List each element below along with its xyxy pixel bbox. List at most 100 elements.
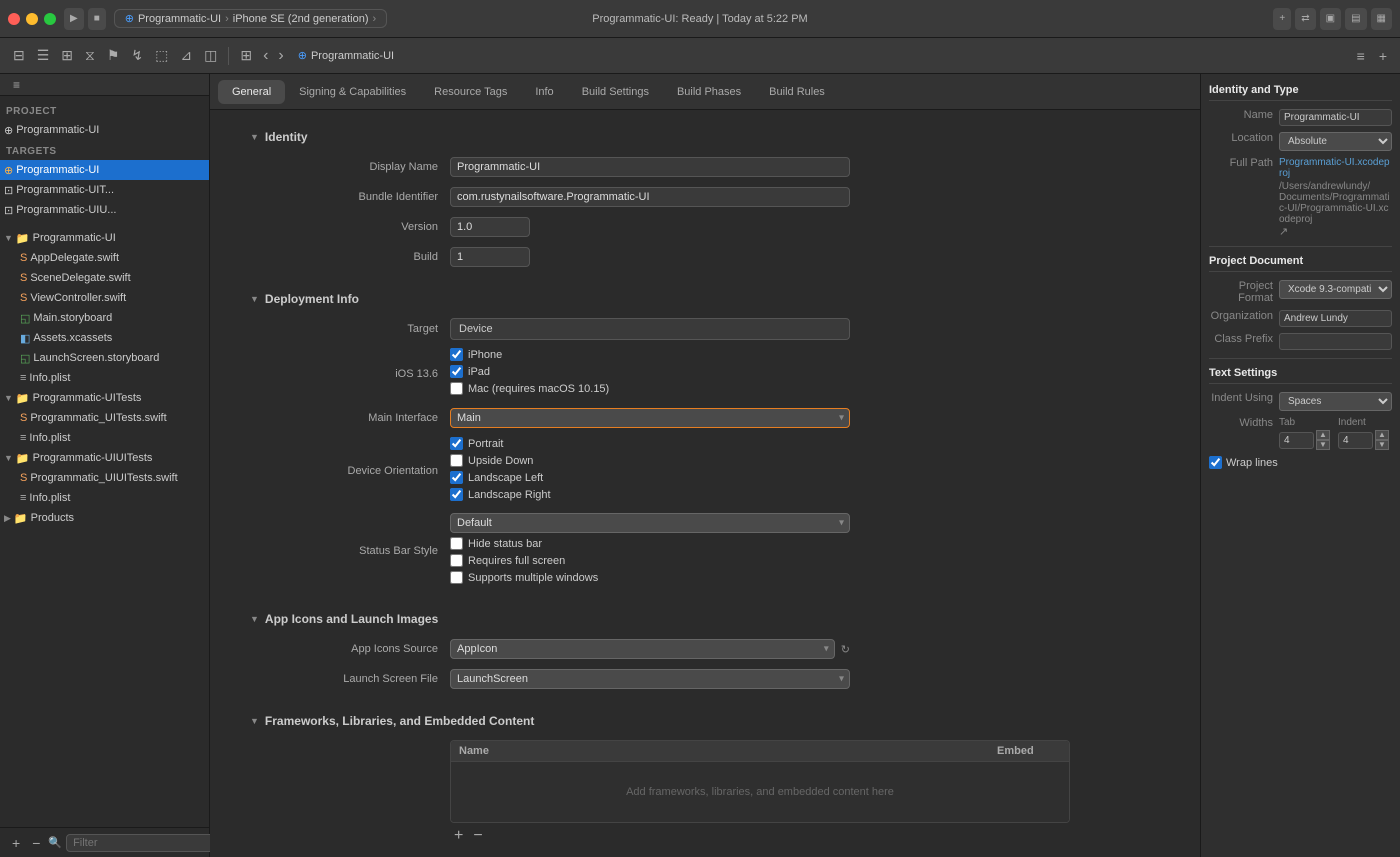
sidebar-header-btn[interactable]: ≡ — [8, 75, 25, 95]
target-row: Target Device — [250, 318, 1160, 340]
rp-indent-stepper-up[interactable]: ▲ — [1375, 430, 1389, 440]
app-icons-source-select[interactable]: AppIcon — [450, 639, 835, 659]
sidebar-file-uitests-swift[interactable]: S Programmatic_UITests.swift — [0, 408, 209, 428]
frameworks-triangle[interactable]: ▼ — [250, 716, 259, 726]
toolbar-btn-8[interactable]: ⊿ — [175, 44, 197, 67]
rp-tab-value-input[interactable] — [1279, 432, 1314, 449]
rp-fullpath-icon[interactable]: ↗ — [1279, 226, 1288, 238]
tab-resource-tags[interactable]: Resource Tags — [420, 80, 521, 104]
rp-tab-stepper-down[interactable]: ▼ — [1316, 440, 1330, 450]
minimize-button[interactable] — [26, 13, 38, 25]
toolbar-btn-9[interactable]: ◫ — [199, 44, 222, 67]
add-file-button[interactable]: + — [8, 835, 24, 851]
sidebar-file-scenedelegate[interactable]: S SceneDelegate.swift — [0, 268, 209, 288]
landscape-left-checkbox[interactable] — [450, 471, 463, 484]
hide-status-checkbox[interactable] — [450, 537, 463, 550]
rp-wrap-lines-checkbox[interactable] — [1209, 456, 1222, 469]
deployment-triangle[interactable]: ▼ — [250, 294, 259, 304]
build-input[interactable] — [450, 247, 530, 267]
ipad-checkbox[interactable] — [450, 365, 463, 378]
rp-indent-stepper-down[interactable]: ▼ — [1375, 440, 1389, 450]
display-name-input[interactable] — [450, 157, 850, 177]
device-orientation-label: Device Orientation — [250, 465, 450, 477]
tab-build-settings[interactable]: Build Settings — [568, 80, 663, 104]
layout-button-3[interactable]: ▦ — [1371, 8, 1392, 30]
remove-framework-button[interactable]: − — [469, 827, 486, 845]
add-button[interactable]: + — [1273, 8, 1291, 30]
sidebar-item-project[interactable]: ⊕ Programmatic-UI — [0, 120, 209, 140]
app-icons-refresh-icon[interactable]: ↻ — [841, 643, 850, 656]
filter-input[interactable] — [66, 834, 222, 852]
status-bar-select[interactable]: Default — [450, 513, 850, 533]
version-input[interactable] — [450, 217, 530, 237]
portrait-checkbox[interactable] — [450, 437, 463, 450]
close-button[interactable] — [8, 13, 20, 25]
landscape-right-checkbox[interactable] — [450, 488, 463, 501]
toolbar-btn-4[interactable]: ⧖ — [80, 44, 100, 67]
sidebar-group-main[interactable]: ▼ 📁 Programmatic-UI — [0, 228, 209, 248]
bundle-id-input[interactable] — [450, 187, 850, 207]
sidebar-group-products[interactable]: ▶ 📁 Products — [0, 508, 209, 528]
rp-indent-value-input[interactable] — [1338, 432, 1373, 449]
mac-checkbox[interactable] — [450, 382, 463, 395]
add-framework-button[interactable]: + — [450, 827, 467, 845]
sidebar-toggle-left[interactable]: ⊟ — [8, 44, 30, 67]
iphone-checkbox[interactable] — [450, 348, 463, 361]
tab-signing[interactable]: Signing & Capabilities — [285, 80, 420, 104]
rp-tab-stepper-up[interactable]: ▲ — [1316, 430, 1330, 440]
sidebar-file-uiuitests-swift[interactable]: S Programmatic_UIUITests.swift — [0, 468, 209, 488]
toolbar-btn-6[interactable]: ↯ — [126, 44, 148, 67]
sidebar-file-mainstoryboard[interactable]: ◱ Main.storyboard — [0, 308, 209, 328]
sidebar-item-target-0[interactable]: ⊕ Programmatic-UI — [0, 160, 209, 180]
stop-button[interactable]: ■ — [88, 8, 106, 30]
maximize-button[interactable] — [44, 13, 56, 25]
upsidedown-checkbox[interactable] — [450, 454, 463, 467]
launch-screen-select[interactable]: LaunchScreen — [450, 669, 850, 689]
sidebar-file-infoplist-3[interactable]: ≡ Info.plist — [0, 488, 209, 508]
view-toggle[interactable]: ⊞ — [235, 44, 257, 67]
sidebar-file-assets[interactable]: ◧ Assets.xcassets — [0, 328, 209, 348]
remove-file-button[interactable]: − — [28, 835, 44, 851]
toolbar-btn-7[interactable]: ⬚ — [150, 44, 173, 67]
layout-button-2[interactable]: ▤ — [1345, 8, 1366, 30]
tab-info[interactable]: Info — [521, 80, 567, 104]
sidebar-file-infoplist-2[interactable]: ≡ Info.plist — [0, 428, 209, 448]
supports-multiple-windows-checkbox[interactable] — [450, 571, 463, 584]
inspector-toggle[interactable]: ≡ — [1352, 45, 1370, 67]
tab-build-rules[interactable]: Build Rules — [755, 80, 839, 104]
toolbar-btn-2[interactable]: ☰ — [32, 44, 55, 67]
tab-general[interactable]: General — [218, 80, 285, 104]
rp-fullpath-link[interactable]: Programmatic-UI.xcodeproj — [1279, 157, 1392, 179]
main-interface-row: Main Interface Main — [250, 407, 1160, 429]
sidebar-item-target-1[interactable]: ⊡ Programmatic-UIT... — [0, 180, 209, 200]
sidebar-header: ≡ — [0, 74, 209, 96]
scheme-selector[interactable]: ⊕ Programmatic-UI › iPhone SE (2nd gener… — [114, 9, 387, 28]
sidebar-file-launchscreen[interactable]: ◱ LaunchScreen.storyboard — [0, 348, 209, 368]
rp-name-input[interactable] — [1279, 109, 1392, 126]
rp-project-format-select[interactable]: Xcode 9.3-compatible — [1279, 280, 1392, 299]
sidebar-file-appdelegate[interactable]: S AppDelegate.swift — [0, 248, 209, 268]
toolbar-btn-5[interactable]: ⚑ — [102, 44, 125, 67]
sidebar-file-infoplist-1[interactable]: ≡ Info.plist — [0, 368, 209, 388]
tab-build-phases[interactable]: Build Phases — [663, 80, 755, 104]
rp-class-prefix-input[interactable] — [1279, 333, 1392, 350]
identity-triangle[interactable]: ▼ — [250, 132, 259, 142]
rp-indent-using-label: Indent Using — [1209, 392, 1279, 411]
rp-organization-input[interactable] — [1279, 310, 1392, 327]
sidebar-file-viewcontroller[interactable]: S ViewController.swift — [0, 288, 209, 308]
nav-forward-btn[interactable]: › — [274, 45, 287, 67]
toolbar-btn-3[interactable]: ⊞ — [56, 44, 78, 67]
requires-full-screen-checkbox[interactable] — [450, 554, 463, 567]
main-interface-select[interactable]: Main — [450, 408, 850, 428]
lib-toggle[interactable]: + — [1374, 45, 1392, 67]
run-button[interactable]: ▶ — [64, 8, 84, 30]
layout-button-1[interactable]: ▣ — [1320, 8, 1341, 30]
sidebar-group-uiuitests[interactable]: ▼ 📁 Programmatic-UIUITests — [0, 448, 209, 468]
sidebar-group-uitests[interactable]: ▼ 📁 Programmatic-UITests — [0, 388, 209, 408]
back-forward-button[interactable]: ⇄ — [1295, 8, 1315, 30]
nav-back-btn[interactable]: ‹ — [259, 45, 272, 67]
app-icons-triangle[interactable]: ▼ — [250, 614, 259, 624]
sidebar-item-target-2[interactable]: ⊡ Programmatic-UIU... — [0, 200, 209, 220]
rp-indent-using-select[interactable]: Spaces — [1279, 392, 1392, 411]
rp-location-select[interactable]: Absolute — [1279, 132, 1392, 151]
